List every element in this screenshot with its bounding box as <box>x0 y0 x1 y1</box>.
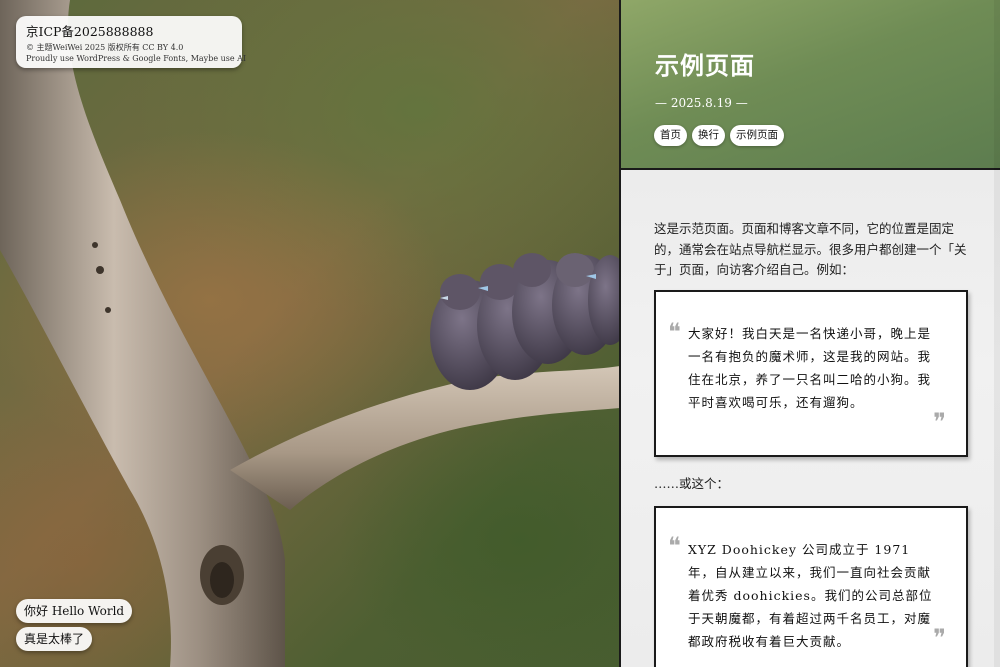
icp-registration-link[interactable]: 京ICP备2025888888 <box>26 21 153 40</box>
credits-text: Proudly use WordPress & Google Fonts, Ma… <box>26 54 247 63</box>
copyright-text: © 主题WeiWei 2025 版权所有 CC BY 4.0 <box>26 43 184 52</box>
breadcrumb-linebreak[interactable]: 换行 <box>692 125 725 146</box>
page-panel: 示例页面 — 2025.8.19 — 首页 换行 示例页面 这是示范页面。页面和… <box>619 0 1000 667</box>
page-content: 这是示范页面。页面和博客文章不同，它的位置是固定的，通常会在站点导航栏显示。很多… <box>621 170 1000 667</box>
quote-block-1: ❝ 大家好！我白天是一名快递小哥，晚上是一名有抱负的魔术师，这是我的网站。我住在… <box>654 290 968 457</box>
hello-world-tag[interactable]: 你好 Hello World <box>16 599 133 623</box>
page-date: — 2025.8.19 — <box>655 96 748 110</box>
page-title: 示例页面 <box>655 51 755 80</box>
breadcrumb-sample-page[interactable]: 示例页面 <box>730 125 784 146</box>
quote-open-icon: ❝ <box>668 532 681 560</box>
quote-block-2: ❝ XYZ Doohickey 公司成立于 1971 年，自从建立以来，我们一直… <box>654 506 968 667</box>
breadcrumb-home[interactable]: 首页 <box>654 125 687 146</box>
quote-open-icon: ❝ <box>668 318 681 346</box>
or-this-text: ……或这个： <box>654 476 730 491</box>
site-footer-badge: 京ICP备2025888888 © 主题WeiWei 2025 版权所有 CC … <box>16 16 246 68</box>
breadcrumb: 首页 换行 示例页面 <box>654 125 784 146</box>
page-header: 示例页面 — 2025.8.19 — 首页 换行 示例页面 <box>621 0 1000 170</box>
quote-close-icon: ❞ <box>933 408 946 436</box>
quote-close-icon: ❞ <box>933 624 946 652</box>
quote-text-1: 大家好！我白天是一名快递小哥，晚上是一名有抱负的魔术师，这是我的网站。我住在北京… <box>688 326 932 410</box>
quote-text-2: XYZ Doohickey 公司成立于 1971 年，自从建立以来，我们一直向社… <box>688 542 933 649</box>
scrollbar[interactable] <box>994 0 1000 667</box>
tree-branch-image <box>0 0 620 667</box>
great-tag[interactable]: 真是太棒了 <box>16 627 93 651</box>
intro-paragraph: 这是示范页面。页面和博客文章不同，它的位置是固定的，通常会在站点导航栏显示。很多… <box>654 221 967 277</box>
